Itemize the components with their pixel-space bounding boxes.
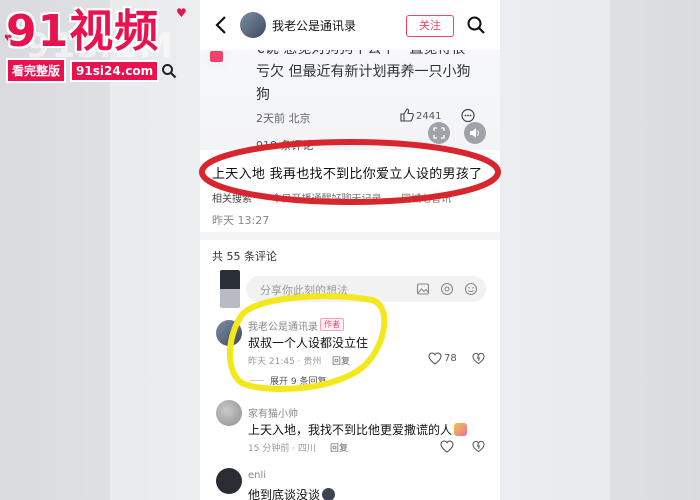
comment-meta: 15 分钟前 · 四川 (248, 444, 316, 454)
post-line: 狗 (256, 87, 270, 103)
back-arrow-icon[interactable] (212, 14, 232, 36)
comments-heading: 共 55 条评论 (212, 250, 277, 263)
watermark-url: 91si24.com (70, 59, 160, 82)
current-user-avatar[interactable] (220, 270, 240, 308)
heart-icon[interactable] (428, 352, 442, 365)
emoji-sticker-icon (322, 488, 336, 500)
image-icon[interactable] (416, 282, 430, 296)
expand-replies-label: 展开 9 条回复 (270, 377, 327, 387)
comment-text: 上天入地，我找不到比他更爱撒谎的人 (248, 421, 468, 438)
comment-text: 他到底谈没谈 (248, 486, 336, 500)
comment-like-count: 78 (444, 353, 457, 364)
comment-count-link[interactable]: 918 条评论 (256, 137, 314, 153)
related-search-row: 相关搜索 · 今日开播通醒好聊天记录 · 同城七音讯 (212, 190, 451, 205)
fullscreen-button[interactable] (428, 122, 450, 144)
comment-input-placeholder: 分享你此刻的想法 (260, 284, 348, 297)
comment-text-content: 他到底谈没谈 (248, 488, 321, 500)
post-line: 亏欠 但最近有新计划再养一只小狗 (256, 64, 471, 80)
commenter-name[interactable]: enli (248, 470, 266, 481)
watermark-row: 看完整版 91si24.com (6, 58, 177, 83)
search-icon[interactable] (466, 15, 486, 35)
emoji-icon[interactable] (464, 282, 478, 296)
post-date: 昨天 13:27 (212, 214, 270, 227)
volume-button[interactable] (464, 122, 486, 144)
expand-replies-button[interactable]: 展开 9 条回复 ⌄ (270, 374, 337, 387)
watermark-tag: 看完整版 (6, 58, 67, 83)
reply-button[interactable]: 回复 (332, 354, 350, 367)
speaker-icon (470, 128, 479, 138)
background-band (500, 0, 610, 500)
page-title[interactable]: 我老公是通讯录 (272, 17, 356, 34)
highlighted-caption: 上天入地 我再也找不到比你爱立人设的男孩了 (212, 167, 483, 182)
related-search-item[interactable]: · 同城七音讯 (395, 190, 451, 205)
mention-icon[interactable] (440, 282, 454, 296)
follow-button[interactable]: 关注 (406, 15, 454, 37)
author-avatar[interactable] (240, 12, 266, 38)
post-time-location: 2天前 北京 (256, 112, 311, 125)
author-badge: 作者 (320, 318, 344, 331)
comment-text-content: 上天入地，我找不到比他更爱撒谎的人 (248, 423, 453, 437)
commenter-avatar[interactable] (216, 400, 242, 426)
watermark-brand: 91视频 (6, 6, 160, 57)
related-search-label: 相关搜索 (212, 194, 252, 205)
commenter-name[interactable]: 家有猫小帅 (248, 405, 298, 420)
top-bar: 我老公是通讯录 关注 (200, 0, 500, 50)
watermark-sparkle-icon: ♥ (176, 6, 187, 20)
commenter-name[interactable]: 我老公是通讯录 (248, 318, 318, 333)
chevron-down-icon: ⌄ (329, 377, 337, 387)
heart-icon[interactable] (440, 440, 454, 453)
comment-meta: 昨天 21:45 · 贵州 (248, 357, 322, 367)
expand-icon (433, 127, 445, 139)
comment-input[interactable]: 分享你此刻的想法 (246, 276, 486, 302)
comment-text: 叔叔一个人设都没立住 (248, 336, 369, 350)
watermark-search-icon (162, 63, 177, 78)
emoji-sticker-icon (454, 423, 468, 436)
dislike-heart-icon[interactable] (472, 352, 485, 365)
section-divider (200, 232, 500, 240)
phone-screen: €说 感觉对狗狗不公平一直觉得很 亏欠 但最近有新计划再养一只小狗 狗 我老公是… (200, 0, 500, 500)
expand-divider (250, 380, 264, 381)
post-like-count: 2441 (416, 111, 442, 122)
commenter-avatar[interactable] (216, 468, 242, 494)
commenter-avatar[interactable] (216, 320, 242, 346)
reply-button[interactable]: 回复 (330, 441, 348, 454)
related-search-item[interactable]: · 今日开播通醒好聊天记录 (265, 190, 381, 205)
thumbs-up-icon[interactable] (400, 108, 414, 122)
dislike-heart-icon[interactable] (472, 440, 485, 453)
watermark: 91si1M 91视频 看完整版 91si24.com (6, 8, 177, 83)
